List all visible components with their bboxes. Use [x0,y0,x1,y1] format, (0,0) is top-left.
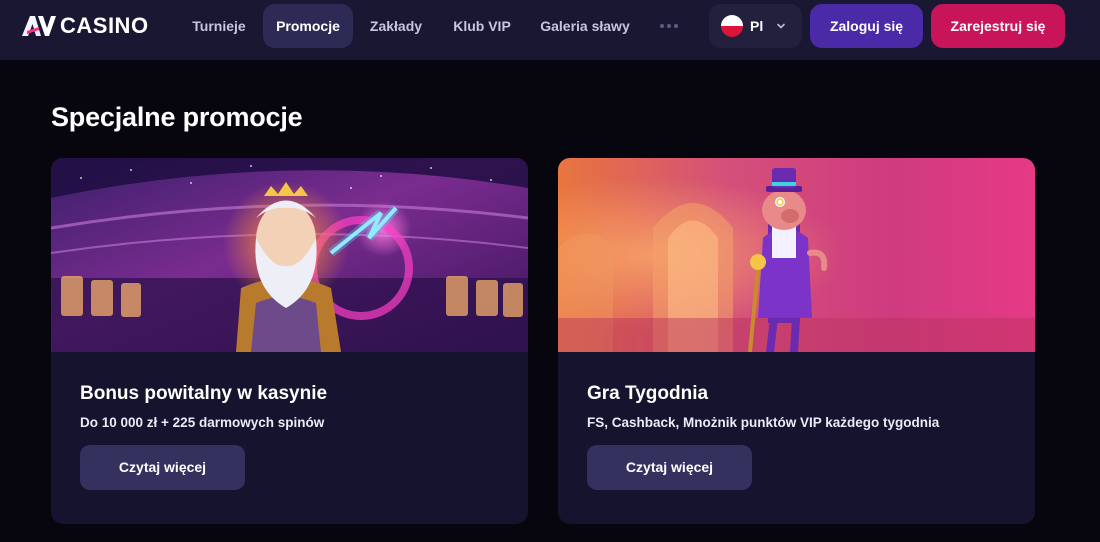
language-code: Pl [750,18,764,34]
read-more-button[interactable]: Czytaj więcej [587,445,752,490]
promo-description: Do 10 000 zł + 225 darmowych spinów [80,415,325,430]
register-button[interactable]: Zarejestruj się [931,4,1065,48]
promo-description: FS, Cashback, Mnożnik punktów VIP każdeg… [587,415,940,430]
top-header: CASINO Turnieje Promocje Zakłady Klub VI… [0,0,1100,60]
casino-logo[interactable]: CASINO [21,13,149,39]
zeus-casino-banner [51,158,528,352]
login-button[interactable]: Zaloguj się [810,4,923,48]
page-title: Specjalne promocje [51,102,303,132]
pig-gentleman-banner [558,158,1035,352]
nav-item-promocje[interactable]: Promocje [263,4,353,48]
nav-item-zaklady[interactable]: Zakłady [360,4,432,48]
nav-item-galeria-slawy[interactable]: Galeria sławy [532,4,638,48]
poland-flag-icon [721,15,743,37]
read-more-button[interactable]: Czytaj więcej [80,445,245,490]
language-selector[interactable]: Pl [709,4,802,48]
promo-title: Bonus powitalny w kasynie [80,383,328,404]
chevron-down-icon [777,23,785,29]
more-dots-icon[interactable] [660,4,678,48]
logo-text: CASINO [60,13,149,38]
promo-title: Gra Tygodnia [587,383,709,404]
nav-item-turnieje[interactable]: Turnieje [180,4,258,48]
av-logo-mark-icon [22,16,56,36]
nav-item-klub-vip[interactable]: Klub VIP [443,4,521,48]
promo-card-game-of-week: Gra Tygodnia FS, Cashback, Mnożnik punkt… [558,158,1035,524]
promo-card-welcome-bonus: Bonus powitalny w kasynie Do 10 000 zł +… [51,158,528,524]
